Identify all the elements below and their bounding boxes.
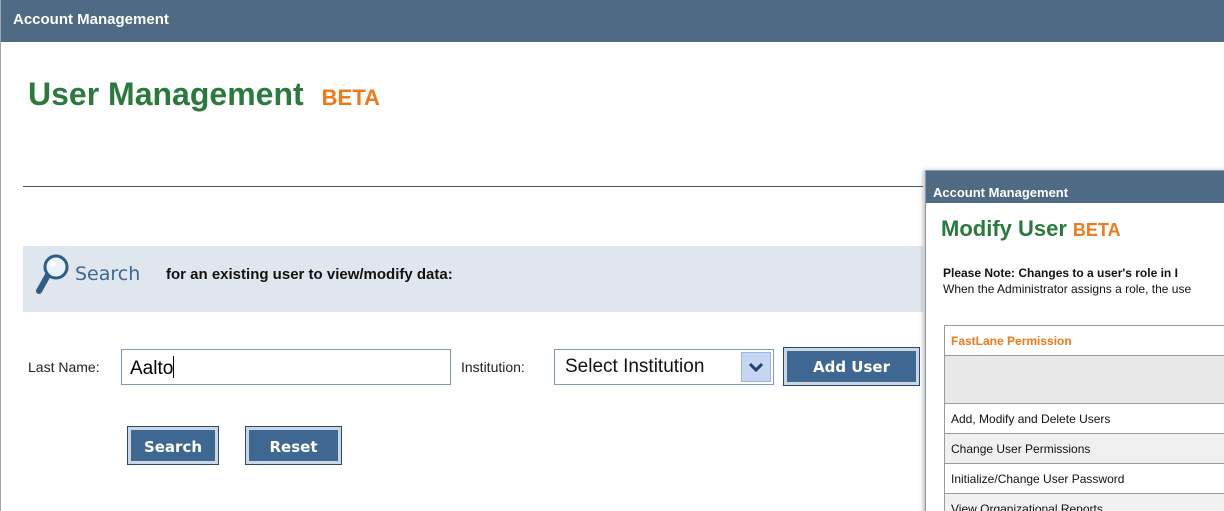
table-row: Initialize/Change User Password [945,464,1224,494]
header-bar: Account Management [1,0,1224,42]
table-row: Add, Modify and Delete Users [945,404,1224,434]
page-title-text: User Management [28,76,304,112]
overlay-note-text: When the Administrator assigns a role, t… [943,282,1192,296]
overlay-note-bold: Please Note: Changes to a user's role in… [943,266,1178,280]
overlay-beta-badge: BETA [1072,220,1121,240]
overlay-header-bar: Account Management [926,171,1224,203]
institution-select[interactable]: Select Institution [554,349,774,385]
last-name-label: Last Name: [28,359,100,375]
last-name-value: Aalto [130,358,174,379]
overlay-title: Modify User BETA [941,216,1121,242]
search-banner: Search for an existing user to view/modi… [23,246,923,312]
table-row: View Organizational Reports [945,494,1224,511]
magnifier-icon [36,254,69,294]
add-user-button[interactable]: Add User [783,347,920,386]
permissions-subheader [945,356,1224,404]
text-caret [173,356,175,378]
institution-label: Institution: [461,359,525,375]
dropdown-button[interactable] [741,352,771,382]
search-button[interactable]: Search [127,426,219,465]
permissions-table-header: FastLane Permission [945,326,1224,356]
last-name-input[interactable]: Aalto [121,349,451,385]
chevron-down-icon [748,362,764,373]
search-heading: Search [75,263,141,285]
modify-user-window: Account Management Modify User BETA Pleas… [925,170,1224,511]
divider [23,186,923,187]
page-title: User Management BETA [28,76,380,113]
search-description: for an existing user to view/modify data… [166,266,453,283]
permissions-table: FastLane Permission Add, Modify and Dele… [944,325,1224,511]
reset-button[interactable]: Reset [245,426,342,465]
overlay-title-text: Modify User [941,216,1067,241]
beta-badge: BETA [321,85,380,110]
table-row: Change User Permissions [945,434,1224,464]
institution-selected-value: Select Institution [565,356,705,377]
